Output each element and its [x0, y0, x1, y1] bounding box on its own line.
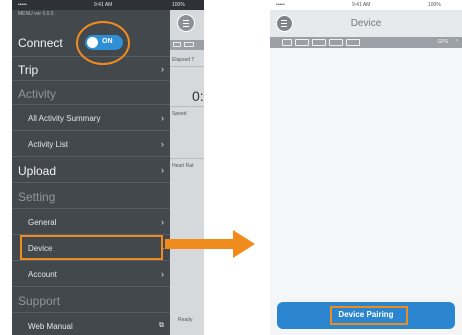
nav-header: Device: [270, 11, 462, 37]
toolbar-strip: [170, 40, 204, 50]
page-title: Device: [350, 18, 382, 29]
battery-text: 100%: [428, 2, 441, 8]
hamburger-icon[interactable]: [177, 14, 195, 32]
underlying-screen: Elapsed T 0: Speed Heart Rat Ready: [170, 10, 204, 335]
menu-item-general[interactable]: General ›: [12, 209, 170, 235]
chevron-right-icon: ›: [161, 64, 164, 74]
setting-header: Setting: [18, 190, 56, 204]
connect-label: Connect: [18, 36, 63, 50]
connect-highlight-ring: [76, 21, 130, 65]
device-pairing-button[interactable]: Device Pairing: [277, 302, 455, 329]
menu-header-support: Support: [12, 287, 170, 313]
sensor-icon: [329, 39, 343, 46]
elapsed-value: 0:: [192, 88, 204, 104]
menu-item-all-activity-summary[interactable]: All Activity Summary ›: [12, 105, 170, 131]
sensor-icon: [282, 39, 292, 46]
device-pairing-label: Device Pairing: [338, 310, 394, 319]
right-phone-screen: ••••• 9:41 AM 100% Device GPS › Device P…: [270, 0, 462, 335]
activity-header: Activity: [18, 87, 57, 101]
gps-label: GPS: [437, 39, 448, 45]
trip-label: Trip: [18, 63, 39, 77]
heart-rate-label: Heart Rat: [172, 163, 194, 169]
device-highlight-box: [20, 235, 163, 260]
general-label: General: [28, 218, 57, 227]
external-link-icon: ⧉: [159, 322, 164, 329]
elapsed-label: Elapsed T: [172, 57, 195, 63]
sensor-icon: [312, 39, 326, 46]
left-phone-screen: ••••• 9:41 AM 100% MENU ver 0.0.0 Connec…: [12, 0, 204, 335]
ready-label: Ready: [178, 317, 193, 323]
support-header: Support: [18, 294, 61, 308]
carrier-signal: •••••: [18, 2, 27, 8]
upload-label: Upload: [18, 164, 57, 178]
chevron-right-icon[interactable]: ›: [456, 38, 458, 44]
chevron-right-icon: ›: [161, 217, 164, 227]
sensor-icon: [346, 39, 360, 46]
menu-item-account[interactable]: Account ›: [12, 261, 170, 287]
device-content: [270, 48, 462, 298]
chevron-right-icon: ›: [161, 269, 164, 279]
sensor-icon: [295, 39, 309, 46]
chevron-right-icon: ›: [161, 139, 164, 149]
menu-item-upload[interactable]: Upload ›: [12, 157, 170, 183]
menu-item-web-manual[interactable]: Web Manual ⧉: [12, 313, 170, 335]
status-bar: ••••• 9:41 AM 100%: [270, 0, 462, 11]
battery-text: 100%: [172, 2, 185, 8]
menu-header-setting: Setting: [12, 183, 170, 209]
carrier-signal: •••••: [276, 2, 285, 8]
speed-label: Speed: [172, 111, 187, 117]
web-manual-label: Web Manual: [28, 322, 73, 331]
account-label: Account: [28, 270, 57, 279]
arrow-head: [233, 230, 255, 258]
menu-version: MENU ver 0.0.0: [18, 11, 54, 17]
status-time: 9:41 AM: [94, 2, 113, 8]
sensor-toolbar: GPS ›: [270, 37, 462, 48]
arrow-right-icon: [165, 239, 235, 249]
chevron-right-icon: ›: [161, 165, 164, 175]
status-time: 9:41 AM: [352, 2, 371, 8]
activity-list-label: Activity List: [28, 140, 69, 149]
status-bar: ••••• 9:41 AM 100%: [12, 0, 204, 10]
menu-header-activity: Activity: [12, 81, 170, 105]
menu-item-activity-list[interactable]: Activity List ›: [12, 131, 170, 157]
chevron-right-icon: ›: [161, 113, 164, 123]
all-activity-summary-label: All Activity Summary: [28, 114, 101, 123]
